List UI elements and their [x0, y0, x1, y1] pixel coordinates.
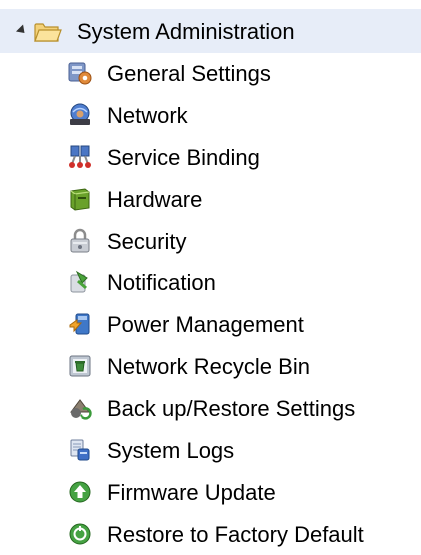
tree-item-network-recycle-bin[interactable]: Network Recycle Bin — [0, 346, 421, 388]
tree-item-label: General Settings — [107, 61, 271, 86]
tree-item-hardware[interactable]: Hardware — [0, 179, 421, 221]
recycle-bin-icon — [67, 353, 93, 379]
tree-root-system-administration[interactable]: System Administration — [0, 9, 421, 53]
service-binding-icon — [67, 144, 93, 170]
tree-item-restore-factory-default[interactable]: Restore to Factory Default — [0, 514, 421, 555]
tree-item-service-binding[interactable]: Service Binding — [0, 137, 421, 179]
tree-item-label: Network Recycle Bin — [107, 354, 310, 380]
backup-restore-icon — [67, 395, 93, 421]
tree-item-label: Service Binding — [107, 144, 260, 170]
notification-icon — [67, 269, 93, 295]
tree-item-label: Firmware Update — [107, 479, 276, 505]
tree-item-general-settings[interactable]: General Settings — [0, 53, 421, 95]
tree-children: General Settings Network Service Binding… — [0, 53, 421, 555]
tree-item-firmware-update[interactable]: Firmware Update — [0, 472, 421, 514]
firmware-update-icon — [67, 479, 93, 505]
general-settings-icon — [67, 60, 93, 86]
hardware-icon — [67, 186, 93, 212]
tree-item-notification[interactable]: Notification — [0, 262, 421, 304]
tree-item-label: Security — [107, 228, 187, 254]
tree-item-power-management[interactable]: Power Management — [0, 304, 421, 346]
tree-item-label: Back up/Restore Settings — [107, 396, 356, 422]
expand-arrow-icon[interactable] — [15, 24, 29, 37]
tree-item-label: Hardware — [107, 186, 203, 212]
tree-item-backup-restore-settings[interactable]: Back up/Restore Settings — [0, 388, 421, 430]
system-logs-icon — [67, 437, 93, 463]
security-lock-icon — [67, 228, 93, 254]
tree-item-network[interactable]: Network — [0, 95, 421, 137]
network-icon — [67, 102, 93, 128]
tree-item-system-logs[interactable]: System Logs — [0, 430, 421, 472]
tree-item-label: Network — [107, 102, 188, 128]
power-management-icon — [67, 311, 93, 337]
factory-default-icon — [67, 521, 93, 547]
tree-item-label: System Logs — [107, 438, 235, 464]
tree-item-security[interactable]: Security — [0, 221, 421, 263]
tree-item-label: Power Management — [107, 312, 304, 338]
tree-root-label: System Administration — [77, 19, 295, 44]
folder-icon — [34, 21, 62, 43]
tree-item-label: Restore to Factory Default — [107, 521, 364, 547]
tree-item-label: Notification — [107, 270, 216, 296]
